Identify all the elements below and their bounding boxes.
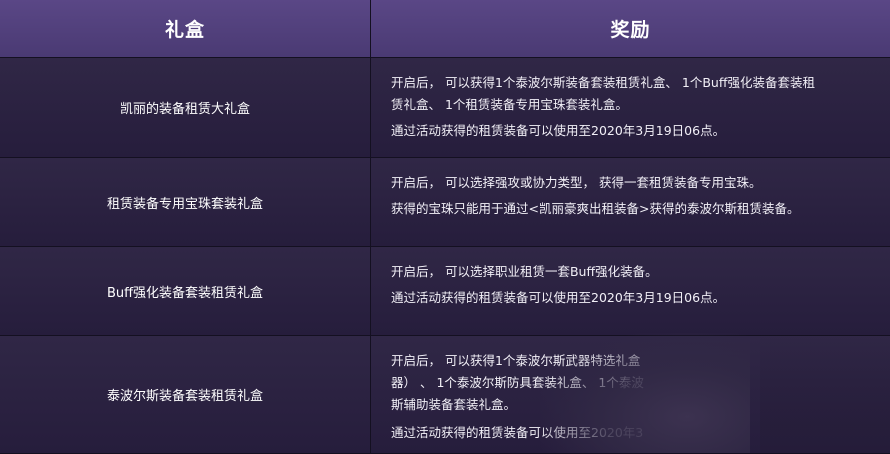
- row-4-desc: 开启后， 可以获得1个泰波尔斯武器特选礼盒 器） 、 1个泰波尔斯防具套装礼盒、 …: [391, 353, 644, 412]
- row-1-desc: 开启后， 可以获得1个泰波尔斯装备套装租赁礼盒、 1个Buff强化装备套装租 赁礼…: [391, 75, 815, 112]
- row-1-name: 凯丽的装备租赁大礼盒: [0, 58, 371, 158]
- header-col-reward: 奖励: [371, 0, 890, 58]
- row-2-name: 租赁装备专用宝珠套装礼盒: [0, 158, 371, 247]
- row-1-note: 通过活动获得的租赁装备可以使用至2020年3月19日06点。: [391, 123, 726, 138]
- row-1-reward: 开启后， 可以获得1个泰波尔斯装备套装租赁礼盒、 1个Buff强化装备套装租 赁礼…: [371, 58, 890, 158]
- row-3-desc: 开启后， 可以选择职业租赁一套Buff强化装备。: [391, 264, 658, 279]
- reward-table: 礼盒 奖励 凯丽的装备租赁大礼盒 开启后， 可以获得1个泰波尔斯装备套装租赁礼盒…: [0, 0, 890, 454]
- row-4-note: 通过活动获得的租赁装备可以使用至2020年3: [391, 425, 644, 440]
- row-4-name: 泰波尔斯装备套装租赁礼盒: [0, 336, 371, 454]
- row-2-reward: 开启后， 可以选择强攻或协力类型， 获得一套租赁装备专用宝珠。 获得的宝珠只能用…: [371, 158, 890, 247]
- row-3-note: 通过活动获得的租赁装备可以使用至2020年3月19日06点。: [391, 290, 726, 305]
- row-2-desc: 开启后， 可以选择强攻或协力类型， 获得一套租赁装备专用宝珠。: [391, 175, 762, 190]
- header-col-box: 礼盒: [0, 0, 371, 58]
- row-3-name: Buff强化装备套装租赁礼盒: [0, 247, 371, 336]
- row-2-note: 获得的宝珠只能用于通过<凯丽豪爽出租装备>获得的泰波尔斯租赁装备。: [391, 201, 800, 216]
- row-4-reward: 开启后， 可以获得1个泰波尔斯武器特选礼盒 器） 、 1个泰波尔斯防具套装礼盒、 …: [371, 333, 890, 454]
- row-3-reward: 开启后， 可以选择职业租赁一套Buff强化装备。 通过活动获得的租赁装备可以使用…: [371, 247, 890, 336]
